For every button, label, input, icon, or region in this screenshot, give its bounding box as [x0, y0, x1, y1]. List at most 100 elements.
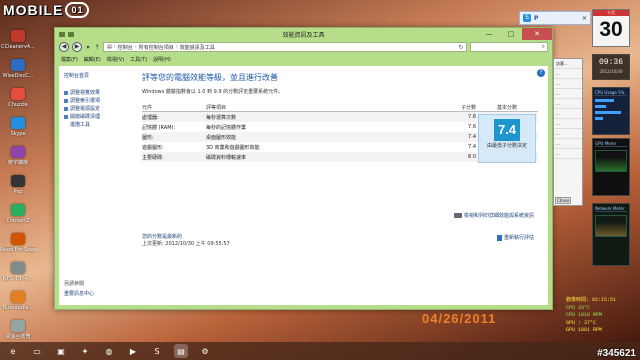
detail-report-link[interactable]: 檢視和列印詳細效能與系統資訊	[453, 212, 534, 219]
back-button[interactable]: ◀	[59, 42, 69, 52]
desktop-icon-convertz[interactable]: ConvertZ	[0, 204, 36, 224]
maximize-button[interactable]: □	[500, 28, 522, 40]
tool-icon[interactable]: ✦	[78, 344, 92, 358]
list-item[interactable]: ...	[554, 119, 582, 129]
control-panel-home-link[interactable]: 控制台首頁	[64, 72, 125, 79]
desktop-icon-nfs-tr[interactable]: NFS_TR_+...	[0, 262, 36, 282]
list-item[interactable]: ...	[554, 99, 582, 109]
up-button[interactable]: ↑	[94, 44, 100, 51]
menu-file[interactable]: 檔案(F)	[61, 56, 78, 63]
desktop-icon-label: 資源回收筒	[5, 334, 31, 340]
adjust-visual-effects-link[interactable]: 調整視覺效果	[64, 89, 125, 97]
menu-view[interactable]: 檢視(V)	[107, 56, 124, 63]
cpu-core-bar	[595, 99, 615, 102]
skype-notification[interactable]: S P ✕	[519, 11, 591, 25]
desktop-icon-burnout[interactable]: BurnoutPa...	[0, 291, 36, 311]
component-name: 圖形:	[142, 134, 154, 141]
refresh-icon[interactable]: ↻	[456, 44, 466, 51]
breadcrumb-control-panel[interactable]: 控制台	[118, 44, 133, 51]
subscore: 8.0	[468, 154, 476, 160]
navigation-bar: ◀ ▶ ▾ ↑ ▤ › 控制台 › 所有控制台項目 › 效能資訊及工具 ↻ ⌕	[55, 40, 552, 54]
score-current-note: 您的分數是最新的	[142, 234, 183, 240]
nfs-icon	[11, 233, 25, 245]
close-icon[interactable]: ✕	[582, 15, 587, 22]
desktop-icon-number-spread[interactable]: 數字擴散	[0, 146, 36, 166]
network-meter-gadget[interactable]: Network Meter	[592, 203, 630, 266]
score-table-header: 元件 評等項目 子分數 基本分數	[142, 104, 538, 112]
game-icon[interactable]: ◍	[102, 344, 116, 358]
column-subscore: 子分數	[460, 105, 476, 111]
list-item[interactable]: ...	[554, 69, 582, 79]
list-item[interactable]: 訪客...	[554, 59, 582, 69]
link-label: 開啟磁碟清理	[70, 114, 101, 120]
skype-icon	[11, 117, 25, 129]
component-name: 處理器:	[142, 114, 159, 121]
subscore: 7.4	[468, 134, 476, 140]
advanced-tools-link[interactable]: 進階工具	[64, 121, 125, 129]
list-item[interactable]: ...	[554, 139, 582, 149]
clock-gadget[interactable]: 09:36 2012/10/30	[592, 54, 630, 80]
window-titlebar[interactable]: 效能資訊及工具 — □ ✕	[55, 28, 552, 40]
mobile01-watermark: MOBILE 01	[3, 2, 90, 18]
menu-help[interactable]: 說明(H)	[153, 56, 171, 63]
menu-tools[interactable]: 工具(T)	[130, 56, 147, 63]
settings-icon[interactable]: ⚙	[198, 344, 212, 358]
address-bar[interactable]: ▤ › 控制台 › 所有控制台項目 › 效能資訊及工具 ↻	[103, 42, 467, 52]
desktop-icon-psp[interactable]: Psp	[0, 175, 36, 195]
list-item[interactable]: ...	[554, 129, 582, 139]
close-button[interactable]: ✕	[522, 28, 552, 40]
file-explorer-button[interactable]: ▭	[30, 344, 44, 358]
recycle-bin-icon	[11, 320, 25, 332]
subscore: 7.6	[468, 114, 476, 120]
list-item[interactable]: ...	[554, 89, 582, 99]
skype-taskbar-icon[interactable]: S	[150, 344, 164, 358]
number-spread-icon	[11, 146, 25, 158]
hardware-monitor-overlay: 錄像時間: 02:15:51 CPU 33°C CPU 1018 RPM GPU…	[566, 297, 638, 335]
calendar-gadget[interactable]: 十月 30	[592, 9, 630, 47]
cpu-core-bar	[595, 117, 603, 120]
detail-report-label: 檢視和列印詳細效能與系統資訊	[463, 213, 534, 219]
recent-locations-button[interactable]: ▾	[85, 44, 91, 51]
cpu-core-bar	[595, 105, 607, 108]
adjust-power-settings-link[interactable]: 調整電源設定	[64, 105, 125, 113]
open-disk-cleanup-link[interactable]: 開啟磁碟清理	[64, 113, 125, 121]
list-item[interactable]: ...	[554, 79, 582, 89]
internet-explorer-button[interactable]: e	[6, 344, 20, 358]
desktop-icon-chuzzle[interactable]: Chuzzle	[0, 88, 36, 108]
adjust-indexing-options-link[interactable]: 調整索引選項	[64, 97, 125, 105]
desktop-icon-recycle-bin[interactable]: 資源回收筒	[0, 320, 36, 340]
search-input[interactable]: ⌕	[470, 42, 548, 52]
ccleaner-icon	[11, 30, 25, 42]
help-icon[interactable]: ?	[537, 69, 545, 77]
save-icon[interactable]: ▣	[54, 344, 68, 358]
chase-button[interactable]: Chase	[555, 197, 572, 204]
breadcrumb-all-items[interactable]: 所有控制台項目	[139, 44, 174, 51]
photo-date-stamp: 04/26/2011	[422, 311, 497, 326]
link-label: 進階工具	[70, 122, 91, 128]
desktop-icon-wisediscc[interactable]: WiseDiscC...	[0, 59, 36, 79]
quick-access-icon[interactable]	[68, 31, 74, 37]
action-center-link[interactable]: 重要訊息中心	[64, 290, 94, 297]
desktop-icon-nfs[interactable]: Need For Speed T...	[0, 233, 36, 253]
desktop-icon-label: 數字擴散	[7, 160, 28, 166]
breadcrumb-performance[interactable]: 效能資訊及工具	[180, 44, 215, 51]
desktop-icon-label: ConvertZ	[6, 218, 30, 224]
control-panel-icon: ▤	[107, 44, 112, 50]
component-name: 記憶體 (RAM):	[142, 124, 176, 131]
quick-access-icon[interactable]	[59, 31, 65, 37]
cpu-core-bar	[595, 111, 621, 114]
desktop-icon-skype[interactable]: Skype	[0, 117, 36, 137]
cpu-meter-gadget[interactable]: CPU Usage 5%	[592, 87, 630, 135]
desktop-icon-label: WiseDiscC...	[2, 73, 34, 79]
media-icon[interactable]: ▶	[126, 344, 140, 358]
rerun-assessment-link[interactable]: 重新執行評估	[496, 234, 534, 241]
list-item[interactable]: ...	[554, 149, 582, 159]
menu-edit[interactable]: 編輯(E)	[84, 56, 101, 63]
photo-icon[interactable]: ▤	[174, 344, 188, 358]
shield-icon	[64, 115, 68, 119]
list-item[interactable]: ...	[554, 109, 582, 119]
gpu-meter-gadget[interactable]: GPU Meter	[592, 138, 630, 196]
desktop-icon-ccleaner[interactable]: CCleanerv4...	[0, 30, 36, 50]
minimize-button[interactable]: —	[478, 28, 500, 40]
forward-button[interactable]: ▶	[72, 42, 82, 52]
